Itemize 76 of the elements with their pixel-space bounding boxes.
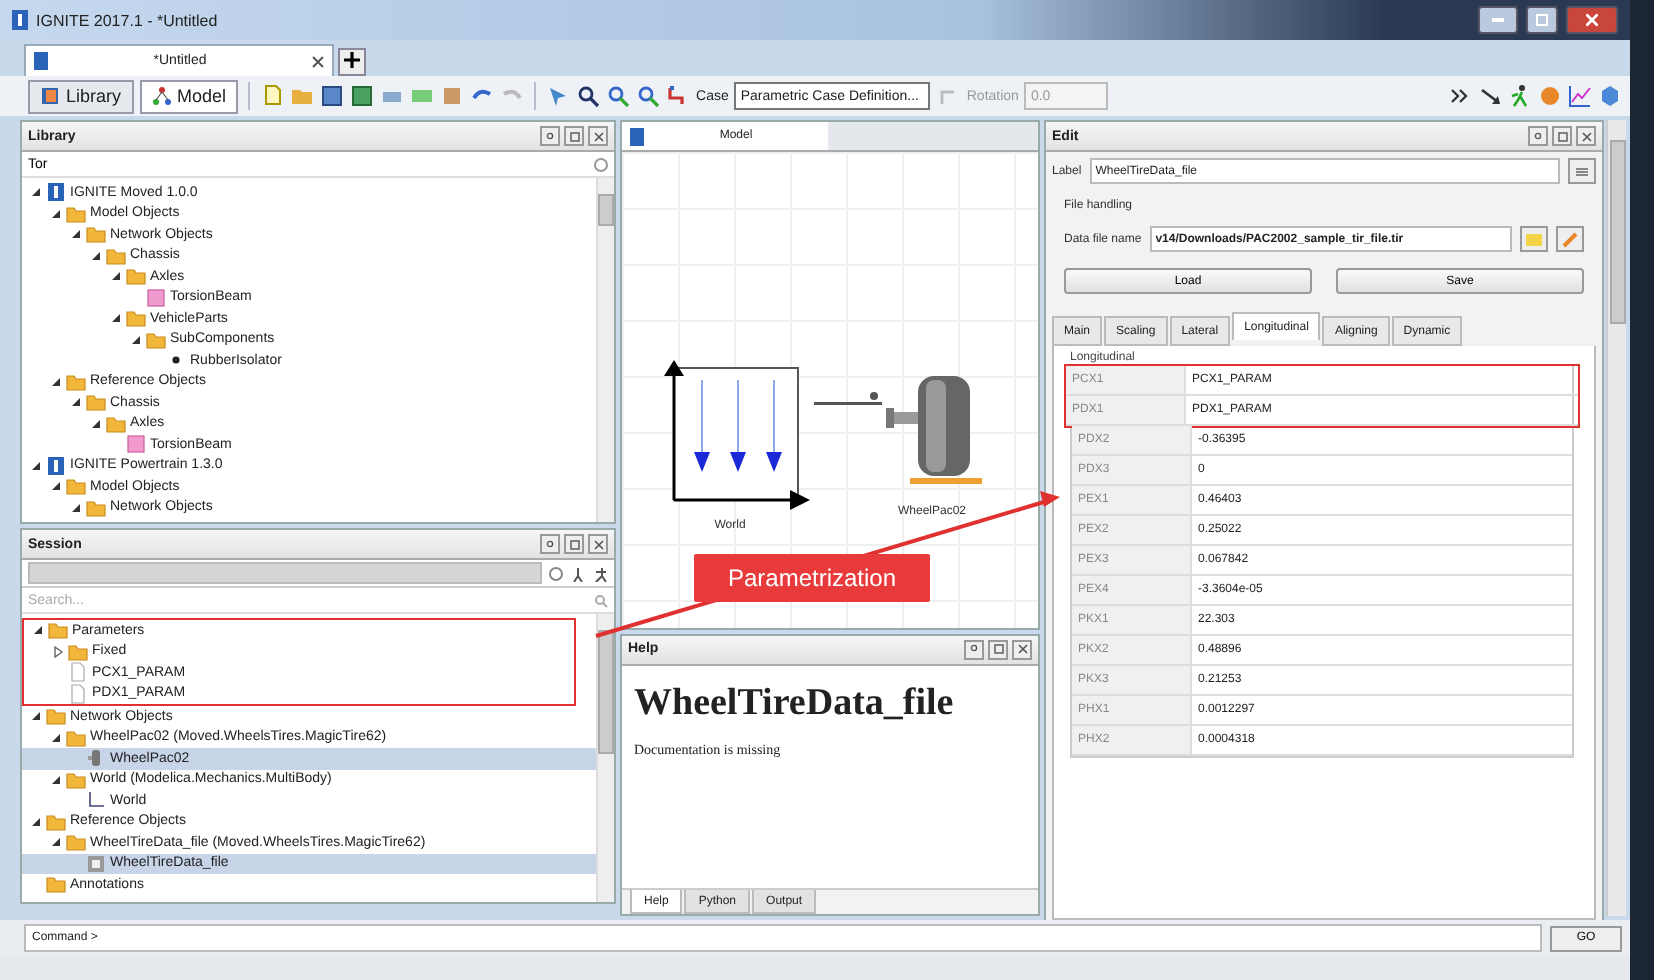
- document-icon: [68, 683, 88, 704]
- wheel-drawing: [882, 372, 982, 488]
- chevron-icon: [1448, 84, 1472, 108]
- undock-icon[interactable]: [564, 534, 584, 554]
- annotation-label: Parametrization: [694, 554, 930, 602]
- app-icon: [12, 10, 28, 30]
- cursor-icon: [546, 84, 571, 108]
- folder-icon: [48, 620, 68, 641]
- scrollbar[interactable]: [1606, 120, 1626, 916]
- folder-icon: [126, 266, 146, 287]
- folder-icon: [106, 413, 126, 434]
- wheel-icon: [86, 748, 106, 769]
- folder-icon: [66, 371, 86, 392]
- folder-icon: [66, 769, 86, 790]
- close-icon[interactable]: [1576, 126, 1596, 146]
- module-icon: [46, 455, 66, 476]
- app-icon: [34, 52, 48, 70]
- folder-icon: [146, 329, 166, 350]
- zoom-fit-icon: [576, 84, 601, 108]
- folder-icon: [46, 874, 66, 895]
- collapsed-icon: [52, 645, 64, 658]
- folder-icon: [126, 308, 146, 329]
- add-tab-button[interactable]: [338, 48, 366, 76]
- help-heading: WheelTireData_file: [634, 681, 956, 726]
- folder-icon: [66, 832, 86, 853]
- open-folder-icon: [290, 84, 315, 108]
- close-icon: [312, 55, 324, 67]
- expanded-icon: [50, 773, 62, 786]
- undock-icon[interactable]: [564, 126, 584, 146]
- folder-icon: [86, 224, 106, 245]
- expanded-icon: [32, 624, 44, 637]
- module-icon: [46, 182, 66, 203]
- scrollbar[interactable]: [596, 614, 614, 902]
- close-icon[interactable]: [588, 126, 608, 146]
- close-button[interactable]: [1566, 6, 1618, 34]
- menu-icon: [1576, 167, 1588, 175]
- pencil-icon: [1562, 231, 1578, 247]
- document-icon: [68, 662, 88, 683]
- folder-icon: [66, 203, 86, 224]
- perspective-button[interactable]: Library: [28, 79, 134, 113]
- close-icon[interactable]: [1012, 639, 1032, 660]
- close-icon: [1586, 14, 1598, 26]
- component-icon: [126, 434, 146, 455]
- scrollbar[interactable]: [596, 178, 614, 522]
- menu-button[interactable]: [1568, 158, 1596, 184]
- arrow-icon: [1478, 84, 1502, 108]
- plus-icon: [344, 51, 360, 67]
- component-icon: [146, 287, 166, 308]
- chart-icon: [1568, 84, 1592, 108]
- folder-icon: [46, 706, 66, 727]
- undock-icon[interactable]: [988, 639, 1008, 660]
- app-icon: [630, 127, 644, 145]
- folder-icon: [106, 245, 126, 266]
- zoom-out-icon: [636, 84, 661, 108]
- maximize-button[interactable]: [1526, 6, 1558, 34]
- hierarchy-icon: [151, 86, 172, 106]
- folder-icon: [1526, 233, 1542, 245]
- zoom-in-icon: [606, 84, 631, 108]
- folder-icon: [86, 497, 106, 518]
- perspective-button[interactable]: Model: [139, 79, 239, 113]
- folder-icon: [66, 476, 86, 497]
- folder-icon: [66, 727, 86, 748]
- minimize-icon: [1492, 18, 1504, 22]
- axes-icon: [86, 790, 106, 811]
- new-document-icon: [260, 84, 285, 108]
- maximize-icon: [1536, 14, 1548, 26]
- folder-icon: [68, 641, 88, 662]
- minimize-button[interactable]: [1478, 6, 1518, 34]
- data-icon: [86, 853, 106, 874]
- search-icon: [594, 593, 608, 607]
- folder-icon: [46, 811, 66, 832]
- window-title: IGNITE 2017.1 - *Untitled: [36, 11, 220, 29]
- folder-icon: [86, 392, 106, 413]
- close-icon[interactable]: [588, 534, 608, 554]
- book-icon: [40, 86, 60, 106]
- undock-icon[interactable]: [1552, 126, 1572, 146]
